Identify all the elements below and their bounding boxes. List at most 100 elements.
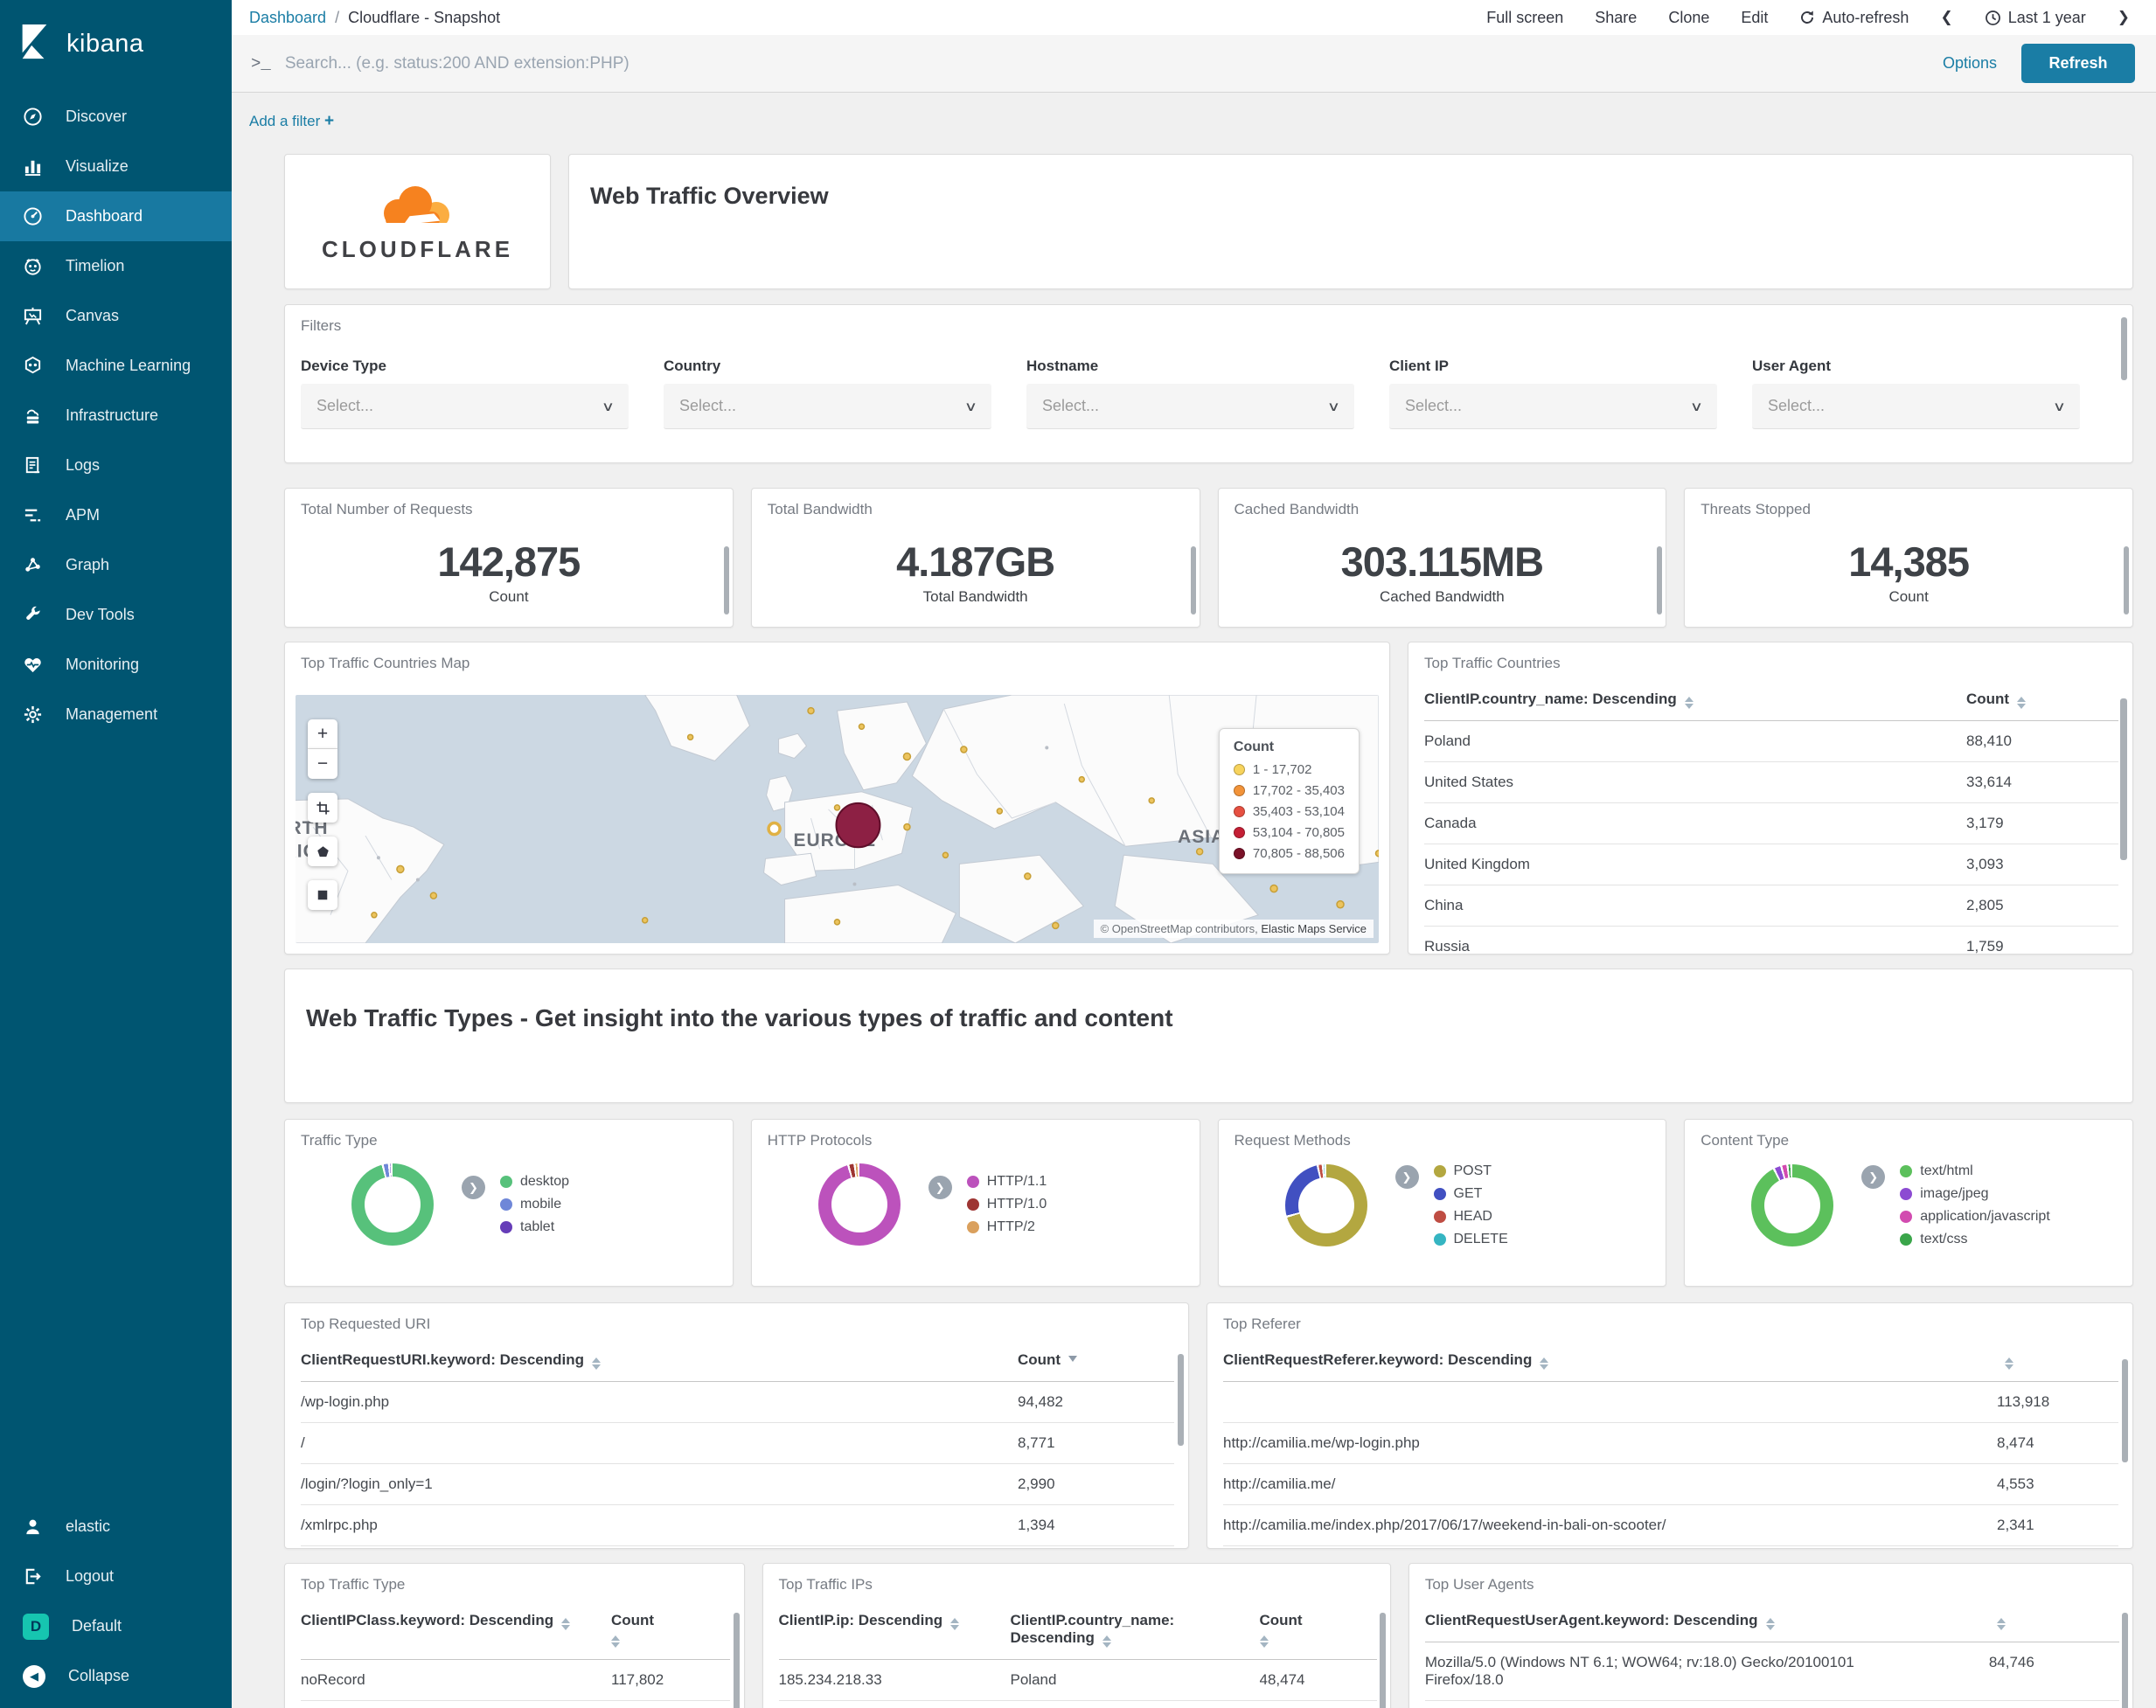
- sidebar-item-discover[interactable]: Discover: [0, 92, 232, 142]
- zoom-out-button[interactable]: −: [308, 749, 337, 779]
- column-header-ip[interactable]: ClientIP.ip: Descending: [778, 1602, 1011, 1660]
- column-header-country[interactable]: ClientIP.country_name: Descending: [1424, 681, 1966, 721]
- legend-item[interactable]: text/html: [1900, 1163, 2050, 1179]
- column-header-country[interactable]: ClientIP.country_name: Descending: [1010, 1602, 1260, 1660]
- legend-item[interactable]: POST: [1433, 1163, 1508, 1179]
- traffic-type-donut-chart[interactable]: [351, 1163, 434, 1246]
- refresh-button[interactable]: Refresh: [2021, 44, 2135, 83]
- legend-item[interactable]: application/javascript: [1900, 1209, 2050, 1225]
- draw-bounds-button[interactable]: [308, 793, 337, 823]
- panel-scrollbar[interactable]: [2120, 698, 2127, 860]
- http-protocols-donut-chart[interactable]: [817, 1163, 901, 1246]
- legend-item[interactable]: DELETE: [1433, 1232, 1508, 1247]
- legend-toggle-button[interactable]: ❯: [1394, 1165, 1419, 1189]
- panel-scrollbar[interactable]: [1657, 546, 1663, 614]
- legend-toggle-button[interactable]: ❯: [462, 1176, 485, 1199]
- world-map[interactable]: NORTH AMERICA EUROPE ASIA: [296, 695, 1379, 943]
- share-button[interactable]: Share: [1595, 9, 1637, 27]
- column-header-user-agent[interactable]: ClientRequestUserAgent.keyword: Descendi…: [1424, 1602, 1989, 1642]
- request-methods-donut-chart[interactable]: [1284, 1164, 1367, 1246]
- column-header-count[interactable]: [1997, 1342, 2118, 1382]
- time-forward-button[interactable]: ❯: [2118, 9, 2130, 26]
- zoom-in-button[interactable]: +: [308, 719, 337, 749]
- map-legend-item: 70,805 - 88,506: [1233, 846, 1345, 861]
- legend-item[interactable]: text/css: [1900, 1232, 2050, 1247]
- panel-scrollbar[interactable]: [2124, 546, 2129, 614]
- column-header-ipclass[interactable]: ClientIPClass.keyword: Descending: [301, 1602, 611, 1660]
- filter-select[interactable]: Select... ∨: [1026, 384, 1354, 429]
- legend-range-label: 35,403 - 53,104: [1252, 804, 1345, 819]
- legend-item[interactable]: image/jpeg: [1900, 1186, 2050, 1202]
- column-header-count[interactable]: Count: [1259, 1602, 1377, 1660]
- chevron-down-icon: ∨: [1689, 399, 1704, 414]
- column-header-referer[interactable]: ClientRequestReferer.keyword: Descending: [1223, 1342, 1997, 1382]
- column-header-count[interactable]: Count: [1966, 681, 2118, 721]
- legend-toggle-button[interactable]: ❯: [928, 1176, 952, 1199]
- panel-scrollbar[interactable]: [723, 546, 729, 614]
- panel-scrollbar[interactable]: [1190, 546, 1196, 614]
- panel-scrollbar[interactable]: [1379, 1613, 1386, 1708]
- kibana-brand[interactable]: kibana: [0, 0, 232, 92]
- sidebar-item-label: Timelion: [66, 257, 125, 274]
- sidebar-item-machine-learning[interactable]: Machine Learning: [0, 341, 232, 391]
- filter-select[interactable]: Select... ∨: [664, 384, 991, 429]
- filter-select[interactable]: Select... ∨: [1752, 384, 2080, 429]
- panel-scrollbar[interactable]: [2122, 1613, 2128, 1708]
- panel-scrollbar[interactable]: [1178, 1354, 1184, 1446]
- breadcrumb-page: Cloudflare - Snapshot: [348, 8, 501, 26]
- sidebar-item-infrastructure[interactable]: Infrastructure: [0, 391, 232, 441]
- panel-scrollbar[interactable]: [2121, 317, 2127, 380]
- column-header-count[interactable]: [1988, 1602, 2119, 1642]
- sidebar-collapse-button[interactable]: ◀ Collapse: [0, 1651, 232, 1701]
- edit-button[interactable]: Edit: [1741, 9, 1768, 27]
- filter-select[interactable]: Select... ∨: [1389, 384, 1717, 429]
- panel-scrollbar[interactable]: [733, 1613, 740, 1708]
- sidebar-item-monitoring[interactable]: Monitoring: [0, 640, 232, 690]
- options-link[interactable]: Options: [1943, 54, 1997, 73]
- content-type-donut-chart[interactable]: [1751, 1164, 1834, 1246]
- legend-item[interactable]: HTTP/2: [966, 1219, 1047, 1235]
- legend-item[interactable]: GET: [1433, 1186, 1508, 1202]
- sidebar-item-logs[interactable]: Logs: [0, 441, 232, 490]
- time-range-picker[interactable]: Last 1 year: [1985, 9, 2086, 27]
- filter-select[interactable]: Select... ∨: [301, 384, 629, 429]
- clone-button[interactable]: Clone: [1668, 9, 1709, 27]
- legend-item[interactable]: HEAD: [1433, 1209, 1508, 1225]
- draw-polygon-button[interactable]: [308, 837, 337, 866]
- count-cell: 2,341: [1997, 1504, 2118, 1546]
- auto-refresh-button[interactable]: Auto-refresh: [1799, 9, 1909, 27]
- legend-item[interactable]: mobile: [500, 1197, 569, 1212]
- full-screen-button[interactable]: Full screen: [1486, 9, 1563, 27]
- legend-item[interactable]: HTTP/1.1: [966, 1174, 1047, 1190]
- sidebar-item-label: Dashboard: [66, 207, 143, 225]
- sidebar-item-logout[interactable]: Logout: [0, 1552, 232, 1601]
- legend-item[interactable]: HTTP/1.0: [966, 1197, 1047, 1212]
- panel-scrollbar[interactable]: [2122, 1359, 2128, 1462]
- draw-rectangle-button[interactable]: [308, 880, 337, 910]
- sidebar-item-dev-tools[interactable]: Dev Tools: [0, 590, 232, 640]
- legend-toggle-button[interactable]: ❯: [1861, 1165, 1886, 1189]
- search-input[interactable]: [284, 53, 1943, 73]
- countries-panel-title: Top Traffic Countries: [1424, 655, 1561, 671]
- time-back-button[interactable]: ❮: [1940, 9, 1952, 26]
- sidebar-item-graph[interactable]: Graph: [0, 540, 232, 590]
- legend-item[interactable]: tablet: [500, 1219, 569, 1235]
- sidebar-item-management[interactable]: Management: [0, 690, 232, 739]
- sidebar-space-default[interactable]: D Default: [0, 1601, 232, 1651]
- column-header-uri[interactable]: ClientRequestURI.keyword: Descending: [301, 1342, 1018, 1382]
- sidebar-user-elastic[interactable]: elastic: [0, 1502, 232, 1552]
- legend-item[interactable]: desktop: [500, 1174, 569, 1190]
- referer-cell: http://camilia.me/index.php/2017/06/17/w…: [1223, 1504, 1997, 1546]
- sidebar-item-timelion[interactable]: Timelion: [0, 241, 232, 291]
- add-filter-link[interactable]: Add a filter +: [249, 112, 334, 131]
- sidebar-item-apm[interactable]: APM: [0, 490, 232, 540]
- sidebar-item-visualize[interactable]: Visualize: [0, 142, 232, 191]
- traffic-type-donut-panel: Traffic Type ❯ desktop mobile tablet: [284, 1119, 734, 1287]
- search-bar: >_ Options Refresh: [232, 35, 2156, 93]
- sidebar-item-canvas[interactable]: Canvas: [0, 291, 232, 341]
- column-header-count[interactable]: Count: [1018, 1342, 1174, 1382]
- sort-icon: [1996, 1618, 2006, 1630]
- column-header-count[interactable]: Count: [611, 1602, 730, 1660]
- breadcrumb-dashboard-link[interactable]: Dashboard: [249, 9, 326, 27]
- sidebar-item-dashboard[interactable]: Dashboard: [0, 191, 232, 241]
